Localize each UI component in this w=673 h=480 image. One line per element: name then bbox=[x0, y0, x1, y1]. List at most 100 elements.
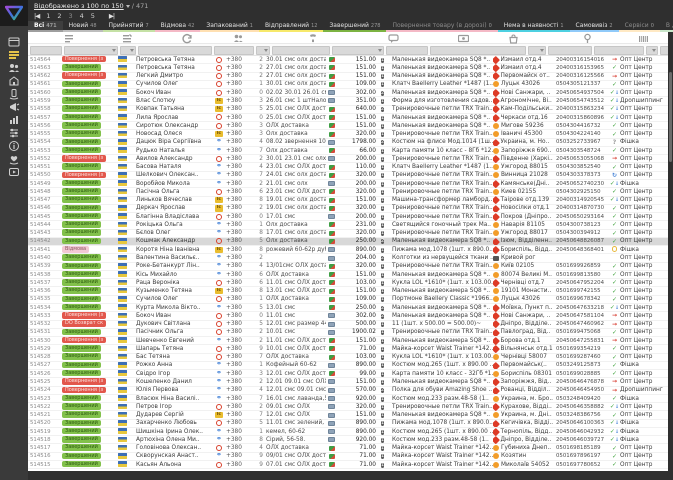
ttn-number[interactable]: 20450646100363 bbox=[556, 419, 609, 427]
client-phone[interactable]: +380 bbox=[226, 130, 253, 138]
ttn-number[interactable]: 0503248386756 bbox=[556, 411, 609, 419]
client-phone[interactable]: +380 bbox=[226, 114, 253, 122]
filter-input-11[interactable] bbox=[548, 45, 592, 55]
client-phone[interactable]: +380 bbox=[226, 395, 253, 403]
ttn-number[interactable]: 20400315860896 bbox=[556, 114, 609, 122]
client-phone[interactable]: +380 bbox=[226, 328, 253, 336]
page-button-2[interactable]: 2 bbox=[57, 12, 61, 20]
vertical-scrollbar[interactable] bbox=[668, 32, 673, 471]
ttn-number[interactable]: 20450648368401 bbox=[556, 246, 609, 254]
tab-В дорозі додому[interactable]: В дорозі додому0 bbox=[659, 21, 673, 32]
sidebar-support-icon[interactable] bbox=[0, 153, 28, 165]
page-button-4[interactable]: 4 bbox=[80, 12, 84, 20]
filter-input-9[interactable] bbox=[430, 45, 526, 55]
client-phone[interactable]: +380 bbox=[226, 221, 253, 229]
sidebar-users-icon[interactable] bbox=[0, 62, 28, 74]
ttn-number[interactable]: 0504300394912 bbox=[556, 229, 609, 237]
client-phone[interactable]: +380 bbox=[226, 72, 253, 80]
column-comment-icon[interactable] bbox=[386, 33, 400, 43]
tab-Прийнятий[interactable]: Прийнятий 7 bbox=[102, 21, 155, 32]
sidebar-chart-icon[interactable] bbox=[0, 114, 28, 126]
ttn-number[interactable]: 0501699475068 bbox=[556, 328, 609, 336]
client-phone[interactable]: +380 bbox=[226, 163, 253, 171]
column-banknote-icon[interactable] bbox=[456, 33, 470, 43]
client-phone[interactable]: +380 bbox=[226, 105, 253, 113]
ttn-number[interactable]: 20450646358882 bbox=[556, 403, 609, 411]
column-barcode-icon[interactable] bbox=[636, 33, 650, 43]
client-phone[interactable]: +380 bbox=[226, 452, 253, 460]
tab-Сервіси[interactable]: Сервіси 0 bbox=[618, 21, 660, 32]
tab-Відмова[interactable]: Відмова 42 bbox=[154, 21, 201, 32]
tab-Новий[interactable]: Новий 48 bbox=[62, 21, 103, 32]
ttn-number[interactable]: 20450647460962 bbox=[556, 320, 609, 328]
ttn-number[interactable]: 0501699287460 bbox=[556, 353, 609, 361]
client-phone[interactable]: +380 bbox=[226, 320, 253, 328]
ttn-number[interactable]: 20450652740230 bbox=[556, 180, 609, 188]
client-phone[interactable]: +380 bbox=[226, 271, 253, 279]
client-phone[interactable]: +380 bbox=[226, 80, 253, 88]
page-button-1[interactable]: 1 bbox=[46, 12, 50, 20]
ttn-number[interactable]: 0504303378373 bbox=[556, 171, 609, 179]
client-phone[interactable]: +380 bbox=[226, 138, 253, 146]
client-phone[interactable]: +380 bbox=[226, 353, 253, 361]
ttn-number[interactable]: 0501699678342 bbox=[556, 295, 609, 303]
sidebar-megaphone-icon[interactable] bbox=[0, 101, 28, 113]
ttn-number[interactable]: 20450647255831 bbox=[556, 337, 609, 345]
client-phone[interactable]: +380 bbox=[226, 370, 253, 378]
client-phone[interactable]: +380 bbox=[226, 237, 253, 245]
ttn-number[interactable]: 20450647633218 bbox=[556, 304, 609, 312]
ttn-number[interactable]: 0501699813580 bbox=[556, 271, 609, 279]
ttn-number[interactable]: 20400314870730 bbox=[556, 204, 609, 212]
ttn-number[interactable]: 0501699028885 bbox=[556, 370, 609, 378]
ttn-number[interactable]: 0503252733967 bbox=[556, 138, 609, 146]
filter-input-14[interactable] bbox=[660, 45, 668, 55]
ttn-number[interactable]: 0503248409420 bbox=[556, 395, 609, 403]
ttn-number[interactable]: 0504303548724 bbox=[556, 147, 609, 155]
client-phone[interactable]: +380 bbox=[226, 204, 253, 212]
client-phone[interactable]: +380 bbox=[226, 337, 253, 345]
first-page-button[interactable]: |◀ bbox=[34, 12, 40, 20]
order-row-514515[interactable]: 514515 Завершений Касьян Альона +380 9 07.01 … bbox=[28, 460, 668, 470]
client-phone[interactable]: +380 bbox=[226, 147, 253, 155]
filter-input-6[interactable] bbox=[272, 45, 330, 55]
tab-Всі[interactable]: Всі 471 bbox=[28, 21, 63, 32]
client-phone[interactable]: +380 bbox=[226, 419, 253, 427]
tab-Запакований[interactable]: Запакований 1 bbox=[200, 21, 259, 32]
ttn-number[interactable]: 20400314920545 bbox=[556, 196, 609, 204]
filter-input-7[interactable] bbox=[332, 45, 384, 55]
column-rows-icon[interactable] bbox=[62, 33, 76, 43]
ttn-number[interactable]: 20450646476878 bbox=[556, 378, 609, 386]
ttn-number[interactable]: 0504300738123 bbox=[556, 221, 609, 229]
client-phone[interactable]: +380 bbox=[226, 312, 253, 320]
client-phone[interactable]: +380 bbox=[226, 196, 253, 204]
client-phone[interactable]: +380 bbox=[226, 436, 253, 444]
ttn-number[interactable]: 0504305121337 bbox=[556, 80, 609, 88]
ttn-number[interactable]: 20450647952204 bbox=[556, 279, 609, 287]
ttn-number[interactable]: 0501699742155 bbox=[556, 287, 609, 295]
page-button-3[interactable]: 3 bbox=[68, 12, 72, 20]
client-phone[interactable]: +380 bbox=[226, 180, 253, 188]
filter-input-8[interactable] bbox=[386, 45, 428, 55]
sidebar-building-icon[interactable] bbox=[0, 75, 28, 87]
ttn-number[interactable]: 20450653055068 bbox=[556, 155, 609, 163]
client-phone[interactable]: +380 bbox=[226, 64, 253, 72]
ttn-number[interactable]: 0501699354219 bbox=[556, 345, 609, 353]
filter-input-3[interactable] bbox=[138, 45, 212, 55]
scrollbar-thumb[interactable] bbox=[669, 72, 672, 162]
client-phone[interactable]: +380 bbox=[226, 295, 253, 303]
client-phone[interactable]: +380 bbox=[226, 386, 253, 394]
app-logo-icon[interactable] bbox=[0, 0, 28, 26]
ttn-number[interactable]: 20450650293164 bbox=[556, 213, 609, 221]
client-phone[interactable]: +380 bbox=[226, 254, 253, 262]
sidebar-orders-list-icon[interactable] bbox=[0, 49, 28, 61]
client-phone[interactable]: +380 bbox=[226, 304, 253, 312]
client-phone[interactable]: +380 bbox=[226, 229, 253, 237]
column-list-edit-icon[interactable] bbox=[120, 33, 134, 43]
client-phone[interactable]: +380 bbox=[226, 444, 253, 452]
ttn-number[interactable]: 0501697780652 bbox=[556, 461, 609, 469]
client-phone[interactable]: +380 bbox=[226, 89, 253, 97]
ttn-number[interactable]: 0504303852540 bbox=[556, 163, 609, 171]
last-page-button[interactable]: ▶| bbox=[109, 12, 115, 20]
filter-input-1[interactable] bbox=[64, 45, 118, 55]
client-phone[interactable]: +380 bbox=[226, 461, 253, 469]
